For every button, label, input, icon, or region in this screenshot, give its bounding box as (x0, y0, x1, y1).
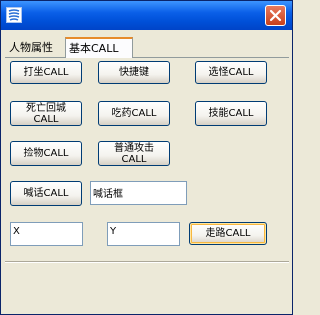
eat-medicine-call-button[interactable]: 吃药CALL (98, 101, 170, 126)
walk-call-button[interactable]: 走路CALL (189, 222, 267, 245)
skill-call-button[interactable]: 技能CALL (195, 101, 267, 126)
hotkey-button[interactable]: 快捷键 (98, 61, 170, 84)
close-button[interactable] (265, 5, 286, 26)
sit-call-button[interactable]: 打坐CALL (10, 61, 82, 84)
y-coordinate-field[interactable]: Y (107, 222, 180, 246)
shout-text-field[interactable]: 喊话框 (90, 181, 187, 205)
app-icon (6, 7, 22, 23)
main-window: 人物属性 基本CALL 打坐CALL 快捷键 选怪CALL 死亡回城 CALL 吃… (0, 0, 293, 315)
select-monster-call-button[interactable]: 选怪CALL (195, 61, 267, 84)
divider (5, 261, 289, 263)
tab-character-attributes[interactable]: 人物属性 (6, 39, 65, 57)
close-icon (269, 9, 282, 22)
title-bar[interactable] (1, 1, 292, 30)
revive-return-city-call-button[interactable]: 死亡回城 CALL (10, 101, 82, 126)
pickup-call-button[interactable]: 捡物CALL (10, 141, 82, 166)
x-coordinate-field[interactable]: X (10, 222, 83, 246)
tab-basic-call[interactable]: 基本CALL (65, 37, 133, 58)
normal-attack-call-button[interactable]: 普通攻击 CALL (98, 141, 170, 166)
shout-call-button[interactable]: 喊话CALL (10, 181, 82, 206)
